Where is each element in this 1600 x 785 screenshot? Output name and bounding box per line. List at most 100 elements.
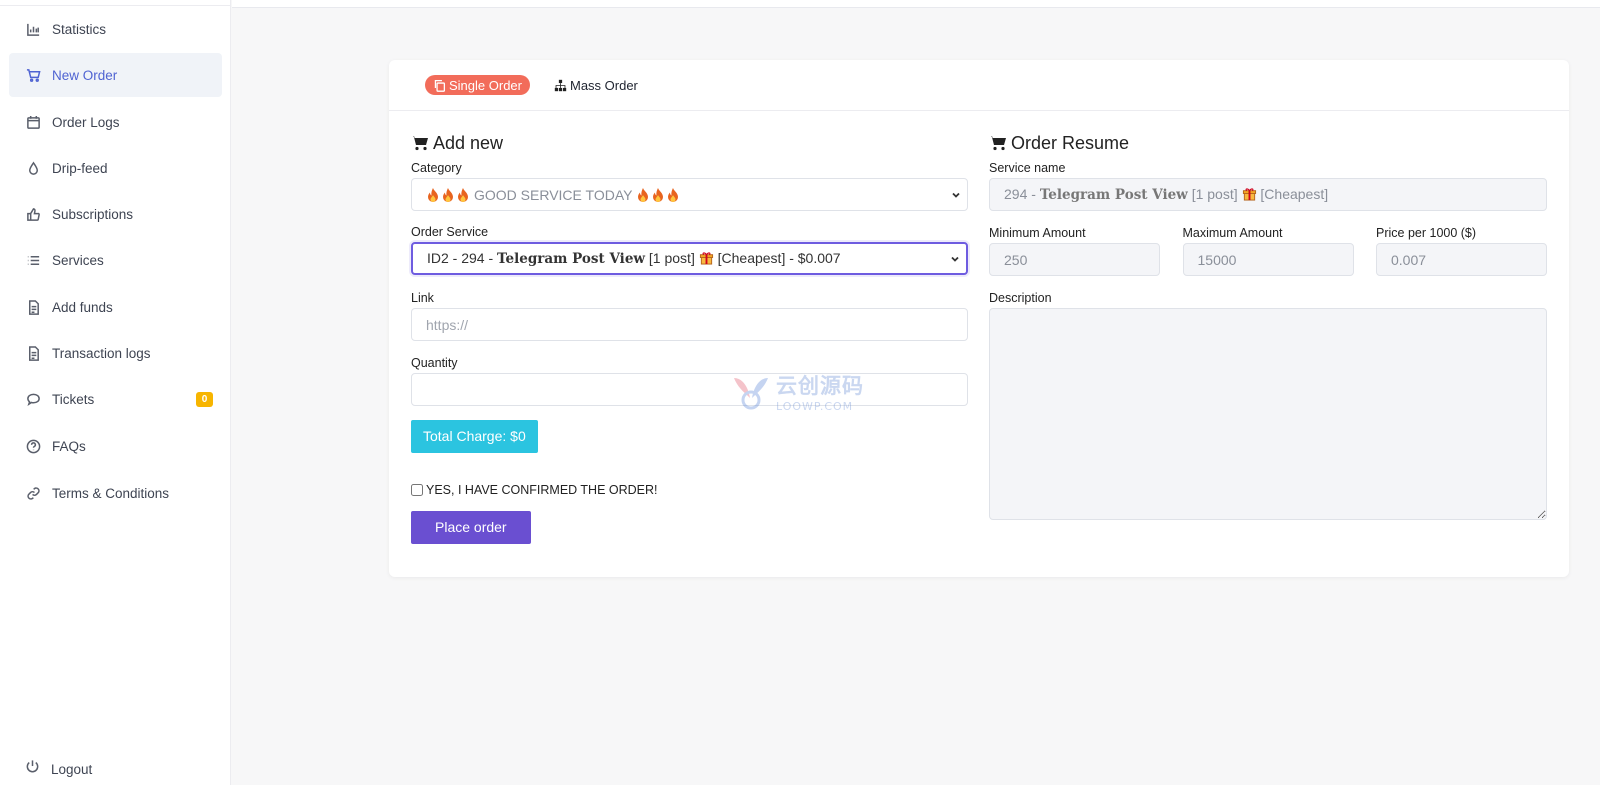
document-icon — [25, 299, 41, 315]
cart-icon — [411, 136, 428, 151]
total-charge-button[interactable]: Total Charge: $0 — [411, 420, 538, 453]
add-new-title-text: Add new — [433, 132, 504, 153]
place-order-button[interactable]: Place order — [411, 511, 531, 544]
service-name-value: 294 - Telegram Post View [1 post] [Cheap… — [1004, 186, 1328, 203]
chevron-down-icon — [952, 192, 960, 198]
top-bar — [232, 0, 1600, 8]
sidebar-item-subscriptions[interactable]: Subscriptions — [9, 192, 222, 236]
order-resume-title-text: Order Resume — [1011, 132, 1130, 153]
power-icon — [25, 759, 51, 779]
sidebar-item-add-funds[interactable]: Add funds — [9, 285, 222, 329]
confirm-checkbox-row: YES, I HAVE CONFIRMED THE ORDER! — [411, 483, 968, 497]
order-service-mid: [1 post] — [645, 250, 699, 266]
logout-label: Logout — [51, 761, 93, 777]
cart-icon — [25, 67, 41, 83]
sidebar-item-label: Services — [52, 252, 104, 268]
sidebar-item-label: Terms & Conditions — [52, 485, 170, 501]
watermark-logo — [734, 377, 768, 409]
copy-icon — [434, 79, 446, 92]
confirm-checkbox[interactable] — [411, 484, 423, 496]
description-textarea[interactable] — [989, 308, 1547, 520]
add-new-form: Add new Category GOOD SERVICE TODAY Orde… — [411, 132, 968, 544]
service-mid: [1 post] — [1187, 186, 1242, 202]
order-tabs: Single Order Mass Order — [389, 60, 1569, 111]
category-select[interactable]: GOOD SERVICE TODAY — [411, 178, 968, 211]
tab-single-order[interactable]: Single Order — [425, 75, 530, 95]
order-card: Single Order Mass Order Add new Category… — [389, 60, 1569, 577]
sidebar-item-statistics[interactable]: Statistics — [9, 7, 222, 51]
link-label: Link — [411, 291, 434, 305]
sidebar-item-terms[interactable]: Terms & Conditions — [9, 471, 222, 515]
watermark-bottom-text: LOOWP.COM — [776, 400, 854, 413]
sidebar-item-order-logs[interactable]: Order Logs — [9, 100, 222, 144]
order-resume: Order Resume Service name 294 - Telegram… — [989, 132, 1547, 525]
sidebar-item-label: Transaction logs — [52, 345, 151, 361]
fire-icon — [636, 187, 650, 203]
order-resume-title: Order Resume — [989, 132, 1547, 154]
service-suffix: [Cheapest] — [1256, 186, 1329, 202]
add-new-title: Add new — [411, 132, 968, 154]
tab-mass-order[interactable]: Mass Order — [546, 75, 646, 95]
sidebar-item-label: Subscriptions — [52, 206, 134, 222]
question-icon — [25, 438, 41, 454]
service-name: Telegram Post View — [1039, 187, 1188, 203]
price-group: Price per 1000 ($) 0.007 — [1376, 226, 1547, 276]
sidebar-item-services[interactable]: Services — [9, 238, 222, 282]
quantity-label: Quantity — [411, 356, 458, 370]
sidebar-item-label: Order Logs — [52, 114, 120, 130]
fire-icon — [651, 187, 665, 203]
order-service-value: ID2 - 294 - Telegram Post View [1 post] … — [427, 250, 841, 267]
sidebar-top-divider — [0, 0, 231, 6]
quantity-input[interactable] — [411, 373, 968, 406]
sidebar-item-faqs[interactable]: FAQs — [9, 424, 222, 468]
tab-mass-order-label: Mass Order — [569, 77, 638, 93]
link-placeholder: https:// — [426, 316, 469, 333]
fire-icon — [666, 187, 680, 203]
minimum-amount-group: Minimum Amount 250 — [989, 226, 1160, 276]
sidebar-item-label: Drip-feed — [52, 160, 108, 176]
price-field: 0.007 — [1376, 243, 1547, 276]
order-service-label: Order Service — [411, 225, 489, 239]
maximum-amount-field: 15000 — [1182, 243, 1354, 276]
link-icon — [25, 485, 41, 501]
order-service-select[interactable]: ID2 - 294 - Telegram Post View [1 post] … — [411, 242, 968, 275]
sidebar-item-label: Add funds — [52, 299, 113, 315]
minimum-amount-field: 250 — [989, 243, 1160, 276]
chat-icon — [25, 391, 41, 407]
order-service-name: Telegram Post View — [497, 251, 646, 267]
sidebar-item-new-order[interactable]: New Order — [9, 53, 222, 97]
maximum-amount-group: Maximum Amount 15000 — [1182, 226, 1354, 276]
sidebar-item-label: Tickets — [52, 391, 95, 407]
sidebar-item-drip-feed[interactable]: Drip-feed — [9, 146, 222, 190]
confirm-label: YES, I HAVE CONFIRMED THE ORDER! — [426, 483, 658, 497]
thumbs-up-icon — [25, 206, 41, 222]
sidebar-item-label: Statistics — [52, 21, 107, 37]
fire-icon — [441, 187, 455, 203]
sidebar-item-transaction-logs[interactable]: Transaction logs — [9, 331, 222, 375]
fire-icon — [426, 187, 440, 203]
maximum-amount-value: 15000 — [1197, 251, 1237, 268]
sidebar-item-label: New Order — [52, 67, 118, 83]
sidebar-item-label: FAQs — [52, 438, 86, 454]
category-label: Category — [411, 161, 462, 175]
link-input[interactable]: https:// — [411, 308, 968, 341]
logout-button[interactable]: Logout — [9, 754, 222, 784]
chevron-down-icon — [951, 256, 959, 262]
description-label: Description — [989, 291, 1052, 305]
sidebar: Statistics New Order Order Logs Drip-fee… — [0, 0, 231, 785]
tickets-count-badge: 0 — [196, 392, 213, 407]
sidebar-item-tickets[interactable]: Tickets 0 — [9, 377, 222, 421]
gift-icon — [699, 250, 714, 266]
document-icon — [25, 345, 41, 361]
watermark-top-text: 云创源码 — [776, 374, 864, 398]
watermark: 云创源码 LOOWP.COM — [730, 370, 864, 413]
calendar-icon — [25, 114, 41, 130]
tab-single-order-label: Single Order — [449, 77, 522, 93]
price-label: Price per 1000 ($) — [1376, 226, 1477, 240]
minimum-amount-label: Minimum Amount — [989, 226, 1086, 240]
amount-row: Minimum Amount 250 Maximum Amount 15000 … — [989, 226, 1547, 276]
list-icon — [25, 252, 41, 268]
minimum-amount-value: 250 — [1004, 251, 1028, 268]
service-prefix: 294 - — [1004, 186, 1040, 202]
fire-icon — [456, 187, 470, 203]
